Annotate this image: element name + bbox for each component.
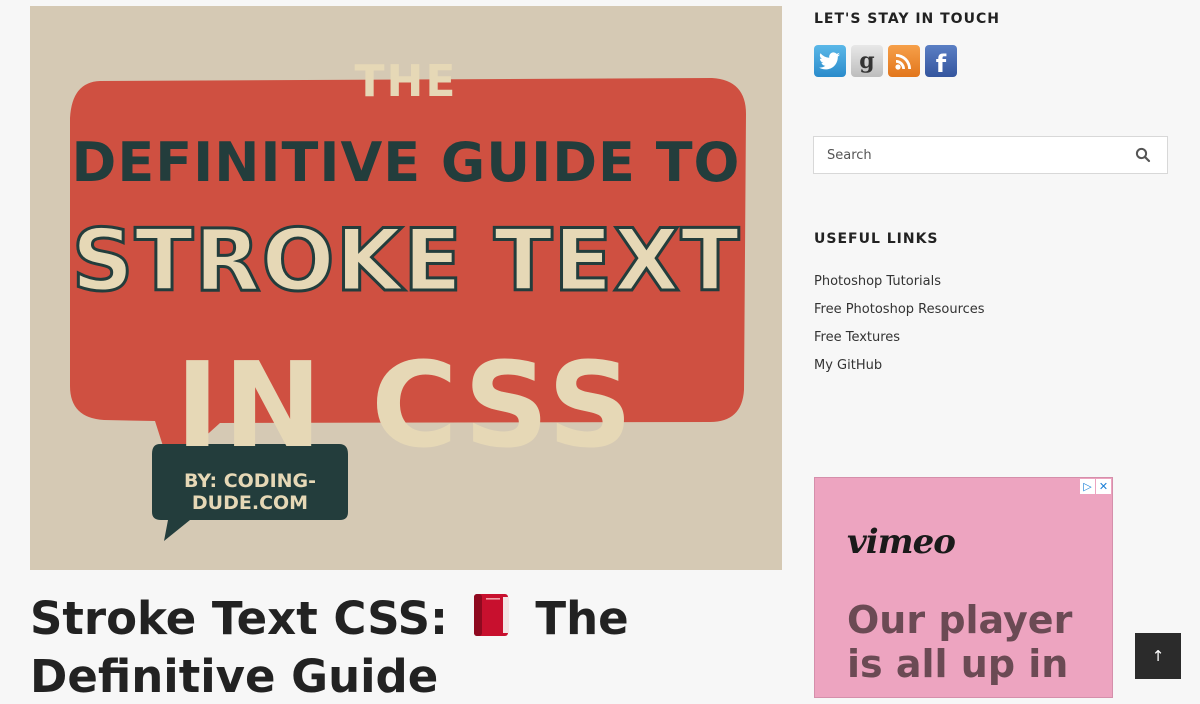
post-title: Stroke Text CSS: The Definitive Guide: [30, 592, 790, 704]
search-form: [813, 136, 1168, 174]
link-free-photoshop-resources[interactable]: Free Photoshop Resources: [814, 302, 985, 317]
twitter-icon[interactable]: [814, 45, 846, 77]
useful-links-list: Photoshop Tutorials Free Photoshop Resou…: [814, 270, 985, 382]
ad-headline: Our player is all up in: [847, 598, 1073, 686]
facebook-icon[interactable]: f: [925, 45, 957, 78]
rss-icon[interactable]: [888, 45, 920, 77]
hero-line-guide: DEFINITIVE GUIDE TO: [71, 131, 741, 194]
hero-byline: BY: CODING-DUDE.COM: [183, 470, 317, 514]
social-icons: g f: [814, 45, 957, 78]
search-input[interactable]: [814, 137, 1114, 173]
advertisement[interactable]: ▷ ✕ vimeo Our player is all up in: [814, 477, 1113, 698]
book-icon: [470, 592, 514, 650]
search-icon[interactable]: [1135, 147, 1151, 163]
link-my-github[interactable]: My GitHub: [814, 358, 882, 373]
link-free-textures[interactable]: Free Textures: [814, 330, 900, 345]
featured-image: THE DEFINITIVE GUIDE TO STROKE TEXT IN C…: [30, 6, 782, 570]
post-title-part1: Stroke Text CSS:: [30, 592, 449, 645]
ad-brand: vimeo: [847, 522, 956, 562]
useful-links-title: USEFUL LINKS: [814, 231, 939, 247]
list-item: Free Textures: [814, 326, 985, 354]
close-icon[interactable]: ✕: [1096, 479, 1111, 494]
goodreads-icon[interactable]: g: [851, 45, 883, 77]
link-photoshop-tutorials[interactable]: Photoshop Tutorials: [814, 274, 941, 289]
hero-line-stroke: STROKE TEXT: [70, 210, 741, 313]
ad-controls: ▷ ✕: [1079, 479, 1111, 494]
scroll-to-top-button[interactable]: ↑: [1135, 633, 1181, 679]
hero-line-the: THE: [354, 56, 458, 107]
list-item: My GitHub: [814, 354, 985, 382]
arrow-up-icon: ↑: [1151, 647, 1165, 665]
list-item: Photoshop Tutorials: [814, 270, 985, 298]
hero-line-incss: IN CSS: [175, 336, 637, 474]
stay-in-touch-title: LET'S STAY IN TOUCH: [814, 11, 1000, 27]
list-item: Free Photoshop Resources: [814, 298, 985, 326]
ad-choices-icon[interactable]: ▷: [1080, 479, 1095, 494]
